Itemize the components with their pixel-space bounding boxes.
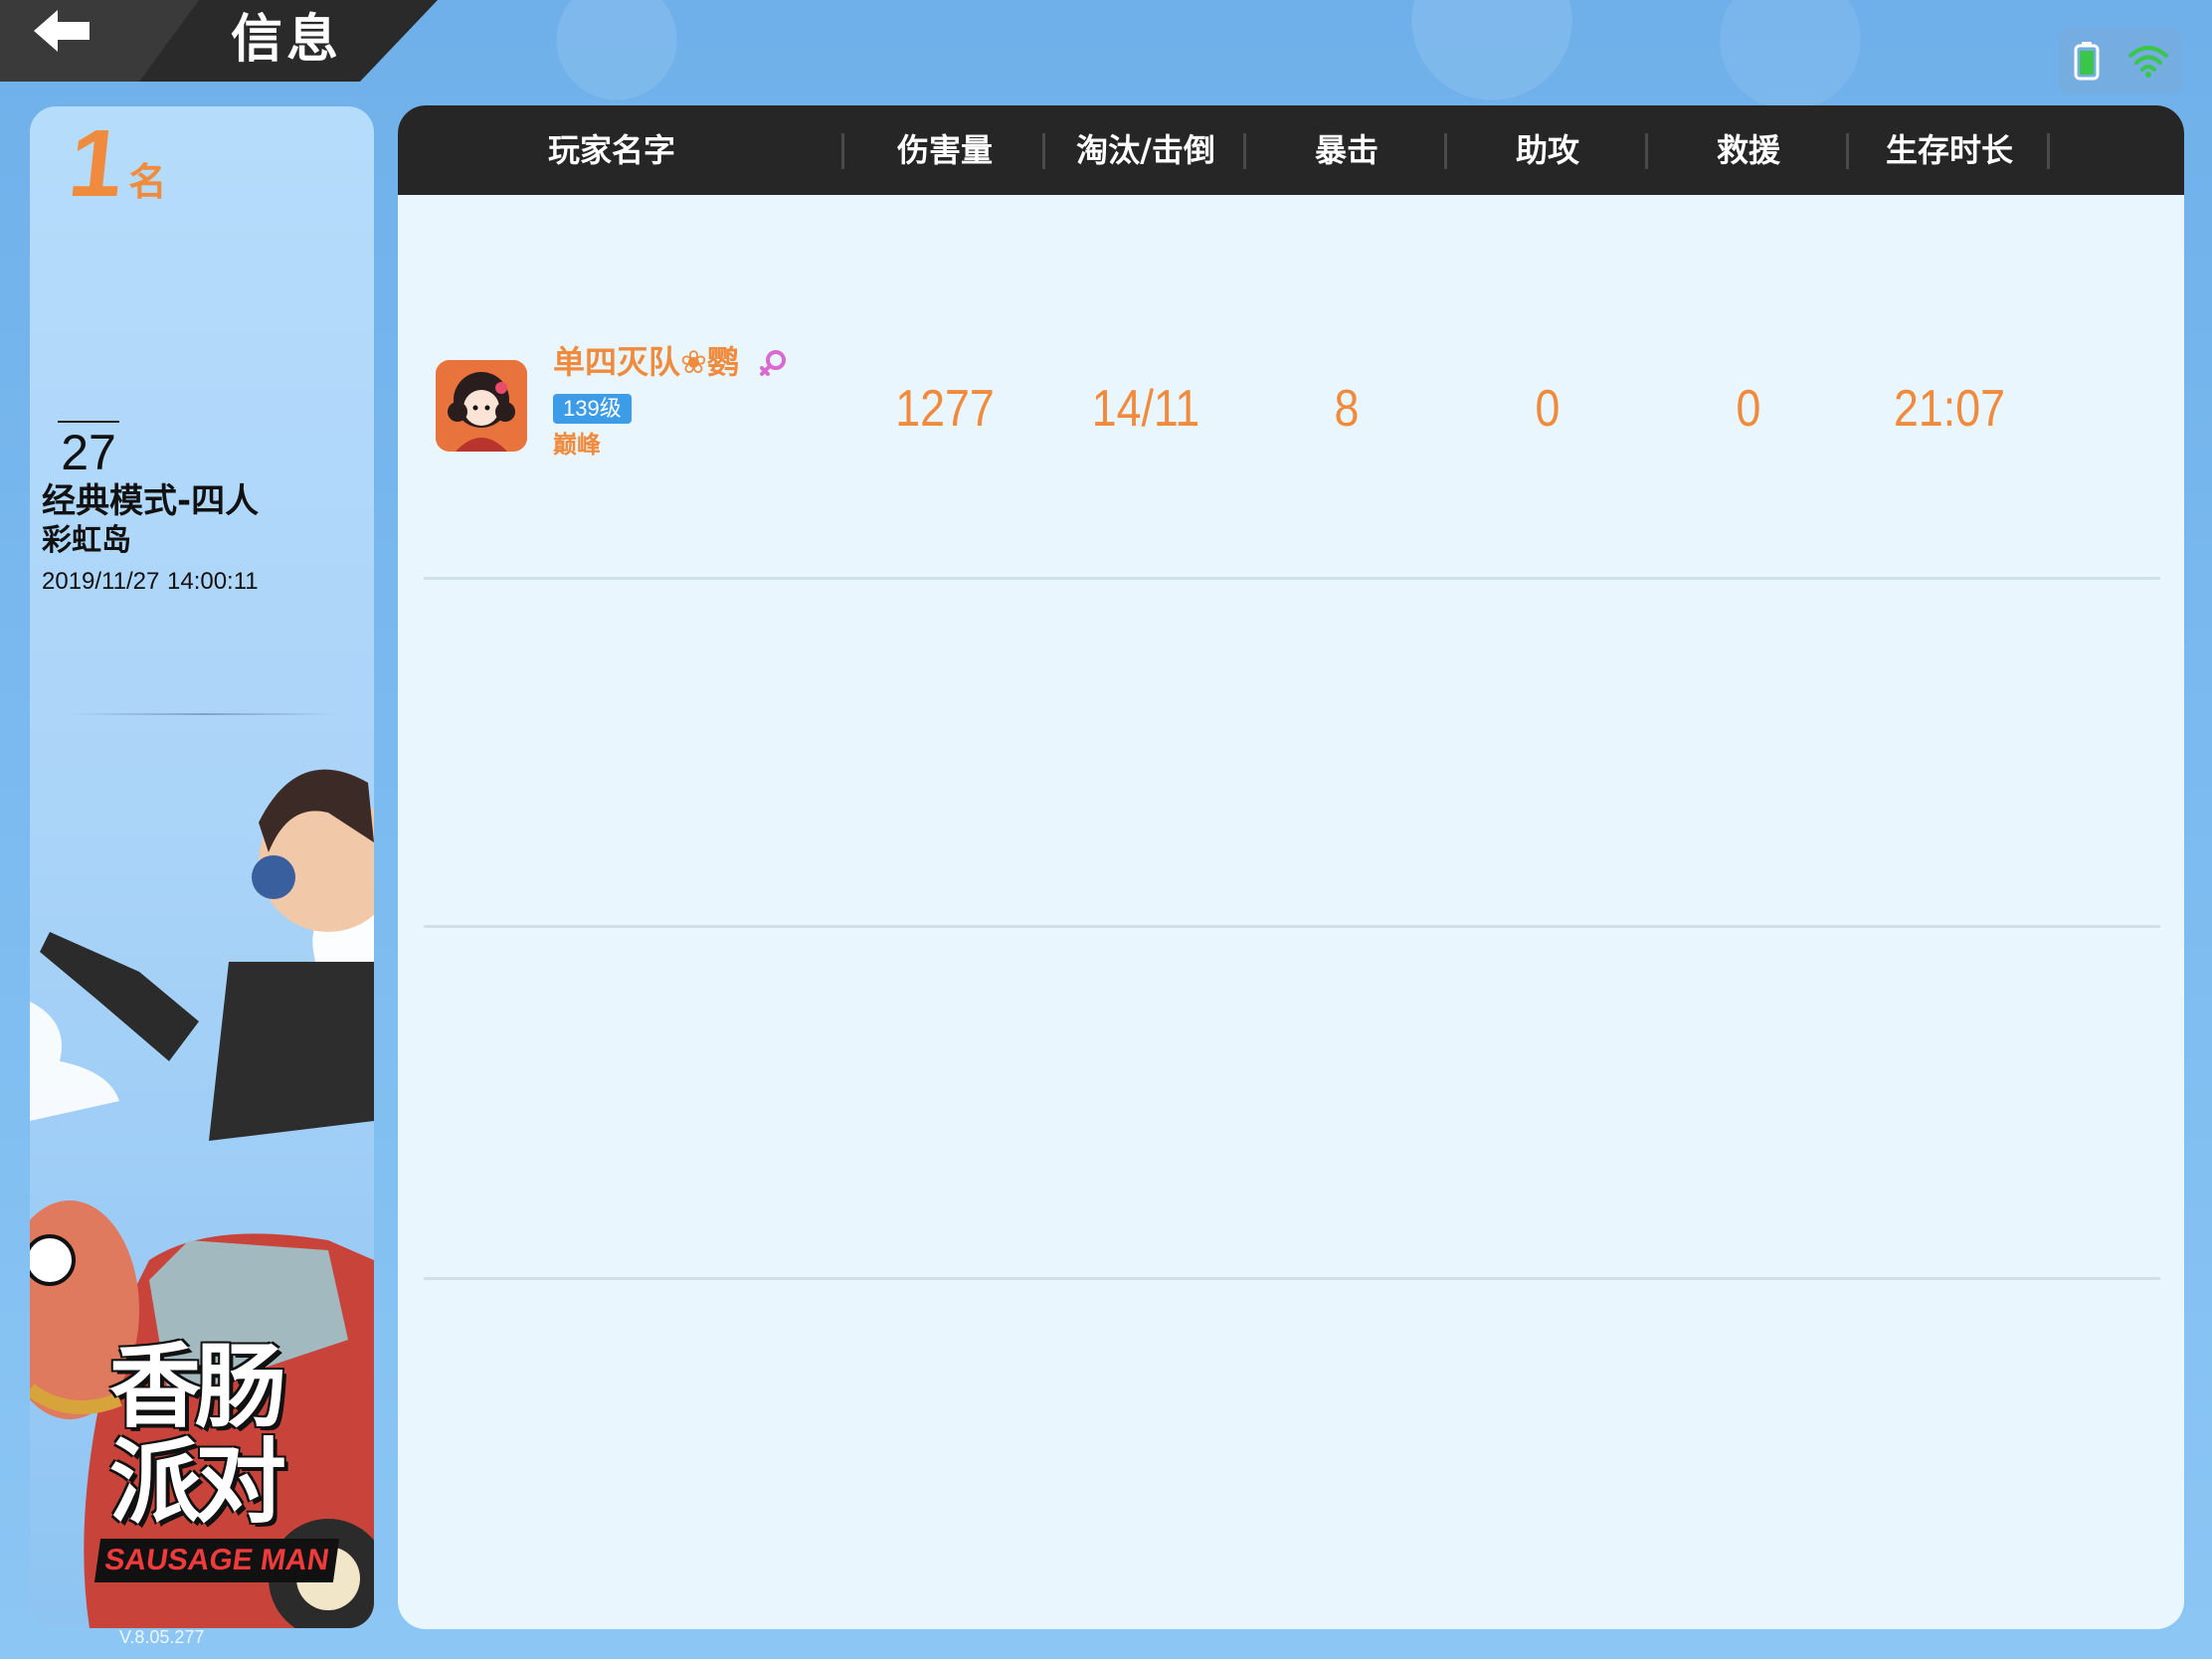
column-separator xyxy=(1243,133,1246,169)
column-header-crits: 暴击 xyxy=(1314,131,1379,169)
column-separator xyxy=(1846,133,1849,169)
rank-unit: 名 xyxy=(128,160,167,204)
column-separator xyxy=(841,133,844,169)
female-icon xyxy=(760,350,786,376)
player-level-badge: 139级 xyxy=(553,394,632,424)
column-separator xyxy=(1444,133,1447,169)
column-header-survival-time: 生存时长 xyxy=(1885,131,2013,169)
stat-assists: 0 xyxy=(1535,380,1561,438)
title-tab: 信息 xyxy=(0,0,438,82)
row-divider xyxy=(424,1277,2160,1280)
rank-number: 1 xyxy=(64,110,129,217)
page-title: 信息 xyxy=(231,10,343,70)
row-divider xyxy=(424,925,2160,928)
stat-survival-time: 21:07 xyxy=(1894,380,2005,438)
avatar-image xyxy=(436,360,527,452)
stats-panel: 玩家名字 伤害量 淘汰/击倒 暴击 助攻 救援 生存时长 单四灭队❀鹦 139级… xyxy=(398,105,2184,1629)
stat-rescues: 0 xyxy=(1736,380,1761,438)
column-header-player-name: 玩家名字 xyxy=(547,131,675,169)
status-indicators xyxy=(2059,28,2182,93)
map-name: 彩虹岛 xyxy=(42,523,131,558)
column-header-damage: 伤害量 xyxy=(896,131,993,169)
row-divider xyxy=(424,577,2160,580)
game-mode: 经典模式-四人 xyxy=(42,481,260,521)
column-separator xyxy=(2047,133,2050,169)
stat-damage: 1277 xyxy=(895,380,995,438)
table-header: 玩家名字 伤害量 淘汰/击倒 暴击 助攻 救援 生存时长 xyxy=(398,105,2184,195)
version-label: V.8.05.277 xyxy=(119,1627,205,1647)
column-separator xyxy=(1042,133,1045,169)
match-time: 14:00:11 xyxy=(167,568,259,595)
player-name: 单四灭队❀鹦 xyxy=(553,343,739,381)
match-summary-card: 1 名 27 经典模式-四人 彩虹岛 2019/11/27 14:00:11 香… xyxy=(30,106,374,1628)
player-tier: 巅峰 xyxy=(553,431,601,459)
stat-kills-knockdowns: 14/11 xyxy=(1091,380,1200,438)
back-button[interactable] xyxy=(30,6,129,72)
column-header-rescues: 救援 xyxy=(1716,131,1780,169)
game-logo-subtitle: SAUSAGE MAN xyxy=(93,1539,340,1582)
arrow-left-icon xyxy=(34,10,90,52)
wifi-icon xyxy=(2127,46,2168,78)
match-date: 2019/11/27 xyxy=(42,568,160,595)
column-separator xyxy=(1645,133,1648,169)
column-header-kills: 淘汰/击倒 xyxy=(1076,131,1215,169)
column-header-assists: 助攻 xyxy=(1515,131,1579,169)
battery-icon xyxy=(2074,42,2099,81)
rank: 1 名 xyxy=(64,110,167,217)
stat-crits: 8 xyxy=(1334,380,1360,438)
player-avatar[interactable] xyxy=(436,360,527,452)
game-logo: 香肠派对 xyxy=(109,1334,286,1536)
players-count: 27 xyxy=(58,421,119,480)
